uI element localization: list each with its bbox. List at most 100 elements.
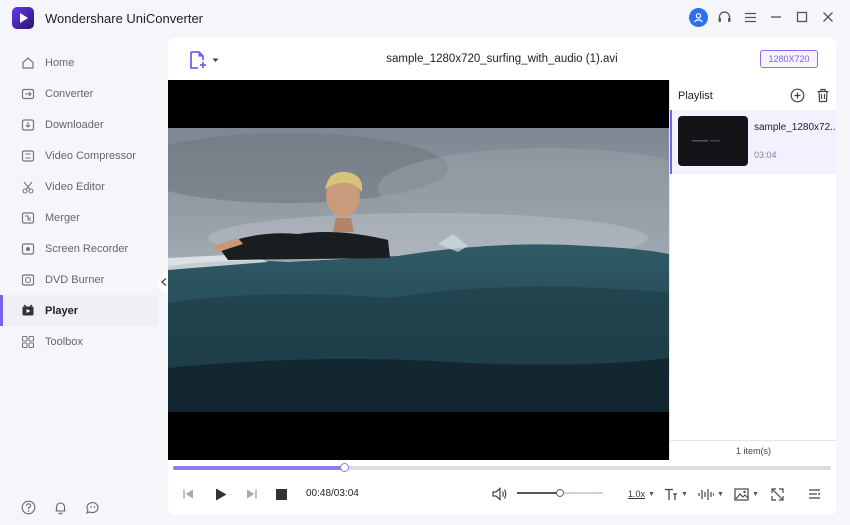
snapshot-dropdown[interactable]: ▼ [734, 486, 759, 502]
mute-button[interactable] [492, 486, 508, 502]
speed-value: 1.0x [628, 489, 646, 499]
account-button[interactable] [686, 6, 710, 28]
sidebar-item-downloader[interactable]: Downloader [0, 109, 158, 140]
sidebar-item-merger[interactable]: Merger [0, 202, 158, 233]
scissors-icon [20, 179, 36, 195]
sidebar-footer [20, 499, 100, 515]
app-logo-icon [12, 7, 34, 29]
sidebar-item-toolbox[interactable]: Toolbox [0, 326, 158, 357]
playlist-icon [809, 489, 821, 499]
sidebar-item-label: Video Compressor [45, 149, 136, 162]
playlist-item-duration: 03:04 [754, 150, 777, 160]
fullscreen-button[interactable] [771, 486, 784, 502]
audio-track-dropdown[interactable]: ▼ [698, 486, 724, 502]
support-button[interactable] [712, 6, 736, 28]
playlist-delete-button[interactable] [816, 88, 830, 106]
skip-previous-icon [183, 489, 193, 499]
sidebar-item-label: Converter [45, 87, 94, 100]
play-button[interactable] [215, 486, 227, 502]
home-icon [20, 55, 36, 71]
subtitle-icon [665, 488, 677, 500]
video-viewport[interactable] [168, 80, 669, 460]
help-icon[interactable] [20, 499, 36, 515]
playlist-count: 1 item(s) [670, 440, 836, 460]
app-title: Wondershare UniConverter [45, 11, 203, 26]
progress-handle[interactable] [339, 463, 349, 472]
sidebar-item-player[interactable]: Player [0, 295, 158, 326]
previous-button[interactable] [182, 486, 194, 502]
sidebar-item-label: Screen Recorder [45, 242, 129, 255]
add-circle-icon [790, 88, 805, 103]
subtitle-dropdown[interactable]: ▼ [664, 486, 688, 502]
stop-icon [276, 488, 287, 500]
compressor-icon [20, 148, 36, 164]
progress-bar[interactable] [173, 463, 831, 472]
maximize-button[interactable] [790, 6, 814, 28]
dvd-icon [20, 272, 36, 288]
sidebar-item-video-compressor[interactable]: Video Compressor [0, 140, 158, 171]
sidebar: Home Converter Downloader Video Compress… [0, 34, 158, 525]
screen-recorder-icon [20, 241, 36, 257]
audio-wave-icon [698, 488, 714, 500]
playlist-thumbnail [678, 116, 748, 166]
chevron-down-icon: ▼ [681, 490, 688, 498]
playback-controls: 00:48/03:04 1.0x ▼ ▼ ▼ ▼ [168, 460, 836, 515]
sidebar-item-label: Home [45, 56, 75, 69]
headset-icon [718, 10, 730, 22]
volume-slider[interactable] [517, 489, 603, 497]
chevron-down-icon: ▼ [717, 490, 724, 498]
hamburger-icon [744, 12, 756, 22]
playlist-header: Playlist [670, 80, 836, 110]
sidebar-item-video-editor[interactable]: Video Editor [0, 171, 158, 202]
progress-fill [173, 466, 345, 470]
player-toolbar: sample_1280x720_surfing_with_audio (1).a… [168, 38, 836, 80]
converter-icon [20, 86, 36, 102]
window-controls [684, 6, 840, 28]
close-button[interactable] [816, 6, 840, 28]
menu-button[interactable] [738, 6, 762, 28]
image-icon [734, 487, 749, 501]
video-frame [168, 128, 669, 412]
playlist-panel: Playlist sample_1280x72... 03:04 1 item(… [669, 80, 836, 460]
sidebar-item-label: DVD Burner [45, 273, 105, 286]
merger-icon [20, 210, 36, 226]
file-name: sample_1280x720_surfing_with_audio (1).a… [386, 53, 618, 65]
volume-icon [492, 487, 507, 501]
sidebar-item-home[interactable]: Home [0, 47, 158, 78]
next-button[interactable] [246, 486, 258, 502]
time-display: 00:48/03:04 [306, 488, 359, 499]
playlist-toggle-button[interactable] [808, 486, 821, 502]
volume-handle[interactable] [556, 489, 564, 497]
chevron-down-icon: ▼ [648, 490, 655, 498]
minimize-button[interactable] [764, 6, 788, 28]
sidebar-item-label: Downloader [45, 118, 104, 131]
sidebar-item-label: Player [45, 304, 79, 317]
stop-button[interactable] [276, 486, 287, 502]
playlist-add-button[interactable] [790, 88, 805, 106]
chevron-left-icon [161, 278, 167, 286]
chevron-down-icon: ▼ [752, 490, 759, 498]
downloader-icon [20, 117, 36, 133]
volume-fill [517, 492, 560, 494]
sidebar-item-label: Merger [45, 211, 80, 224]
skip-next-icon [247, 489, 257, 499]
resolution-badge: 1280X720 [760, 50, 818, 68]
playlist-item-name: sample_1280x72... [754, 122, 836, 133]
minimize-icon [771, 16, 781, 18]
close-icon [823, 12, 833, 22]
playlist-item[interactable]: sample_1280x72... 03:04 [670, 110, 836, 174]
sidebar-item-dvd-burner[interactable]: DVD Burner [0, 264, 158, 295]
bell-icon[interactable] [52, 499, 68, 515]
sidebar-item-screen-recorder[interactable]: Screen Recorder [0, 233, 158, 264]
title-bar: Wondershare UniConverter [0, 0, 850, 34]
trash-icon [817, 88, 829, 103]
player-panel: sample_1280x720_surfing_with_audio (1).a… [168, 38, 836, 515]
speed-dropdown[interactable]: 1.0x ▼ [628, 486, 655, 502]
user-icon [688, 7, 708, 27]
fullscreen-icon [771, 487, 784, 501]
feedback-icon[interactable] [84, 499, 100, 515]
toolbox-icon [20, 334, 36, 350]
sidebar-item-converter[interactable]: Converter [0, 78, 158, 109]
sidebar-item-label: Toolbox [45, 335, 83, 348]
play-icon [216, 488, 227, 500]
